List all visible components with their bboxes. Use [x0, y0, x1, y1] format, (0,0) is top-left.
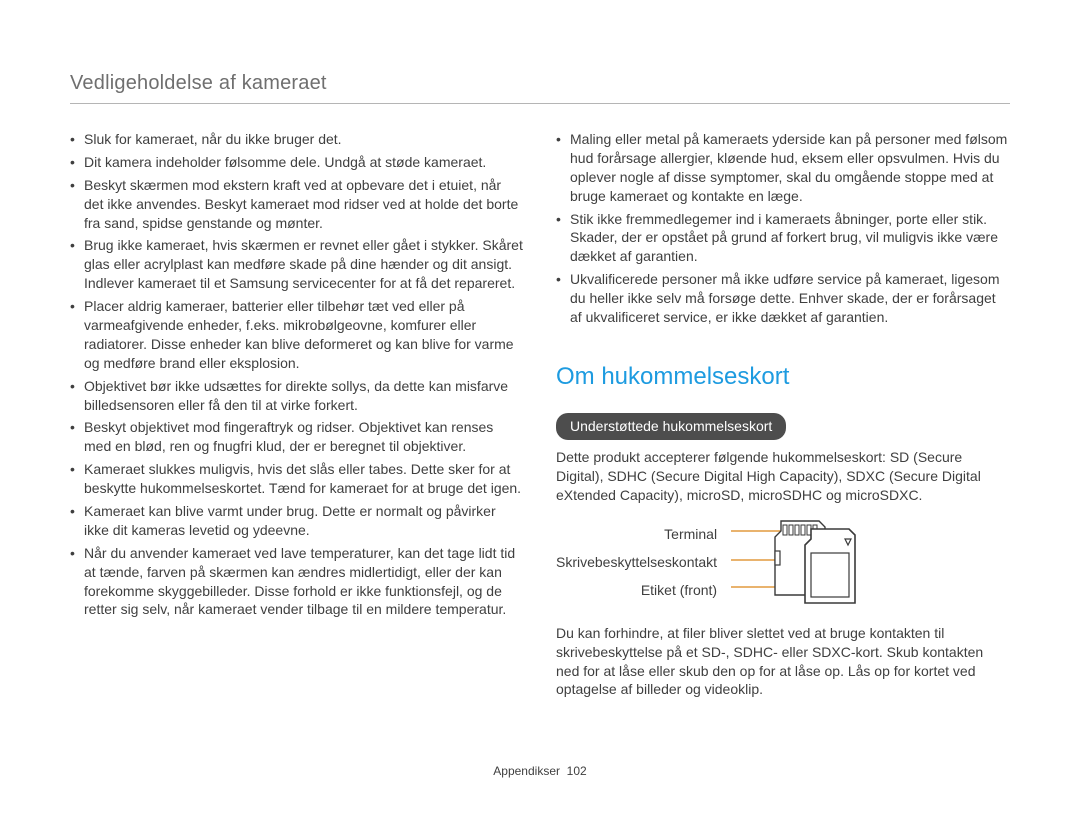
content-columns: Sluk for kameraet, når du ikke bruger de… [70, 130, 1010, 707]
page-title: Vedligeholdelse af kameraet [70, 72, 327, 94]
sd-card-icon [731, 515, 861, 610]
list-item: Dit kamera indeholder følsomme dele. Und… [70, 153, 524, 172]
left-column: Sluk for kameraet, når du ikke bruger de… [70, 130, 524, 707]
sd-diagram-labels: Terminal Skrivebeskyttelseskontakt Etike… [556, 520, 717, 604]
right-column: Maling eller metal på kameraets yderside… [556, 130, 1010, 707]
section-title-memory: Om hukommelseskort [556, 361, 1010, 393]
list-item: Beskyt objektivet mod fingeraftryk og ri… [70, 418, 524, 456]
list-item: Brug ikke kameraet, hvis skærmen er revn… [70, 236, 524, 293]
list-item: Ukvalificerede personer må ikke udføre s… [556, 270, 1010, 327]
sd-diagram-row: Terminal Skrivebeskyttelseskontakt Etike… [556, 515, 1010, 610]
sd-label-terminal: Terminal [556, 520, 717, 548]
list-item: Placer aldrig kameraer, batterier eller … [70, 297, 524, 373]
left-bullet-list: Sluk for kameraet, når du ikke bruger de… [70, 130, 524, 619]
page: Vedligeholdelse af kameraet Sluk for kam… [0, 0, 1080, 815]
list-item: Objektivet bør ikke udsættes for direkte… [70, 377, 524, 415]
list-item: Stik ikke fremmedlegemer ind i kameraets… [556, 210, 1010, 267]
subsection-pill: Understøttede hukommelseskort [556, 413, 786, 440]
list-item: Kameraet kan blive varmt under brug. Det… [70, 502, 524, 540]
footer-section: Appendikser [493, 764, 560, 778]
list-item: Kameraet slukkes muligvis, hvis det slås… [70, 460, 524, 498]
memory-outro: Du kan forhindre, at filer bliver slette… [556, 624, 1010, 700]
list-item: Sluk for kameraet, når du ikke bruger de… [70, 130, 524, 149]
right-bullet-list: Maling eller metal på kameraets yderside… [556, 130, 1010, 327]
memory-intro: Dette produkt accepterer følgende hukomm… [556, 448, 1010, 505]
list-item: Maling eller metal på kameraets yderside… [556, 130, 1010, 206]
list-item: Beskyt skærmen mod ekstern kraft ved at … [70, 176, 524, 233]
list-item: Når du anvender kameraet ved lave temper… [70, 544, 524, 620]
page-header: Vedligeholdelse af kameraet [70, 70, 1010, 104]
footer-page-number: 102 [567, 764, 587, 778]
sd-label-front: Etiket (front) [556, 576, 717, 604]
page-footer: Appendikser 102 [0, 763, 1080, 779]
sd-label-wp: Skrivebeskyttelseskontakt [556, 548, 717, 576]
